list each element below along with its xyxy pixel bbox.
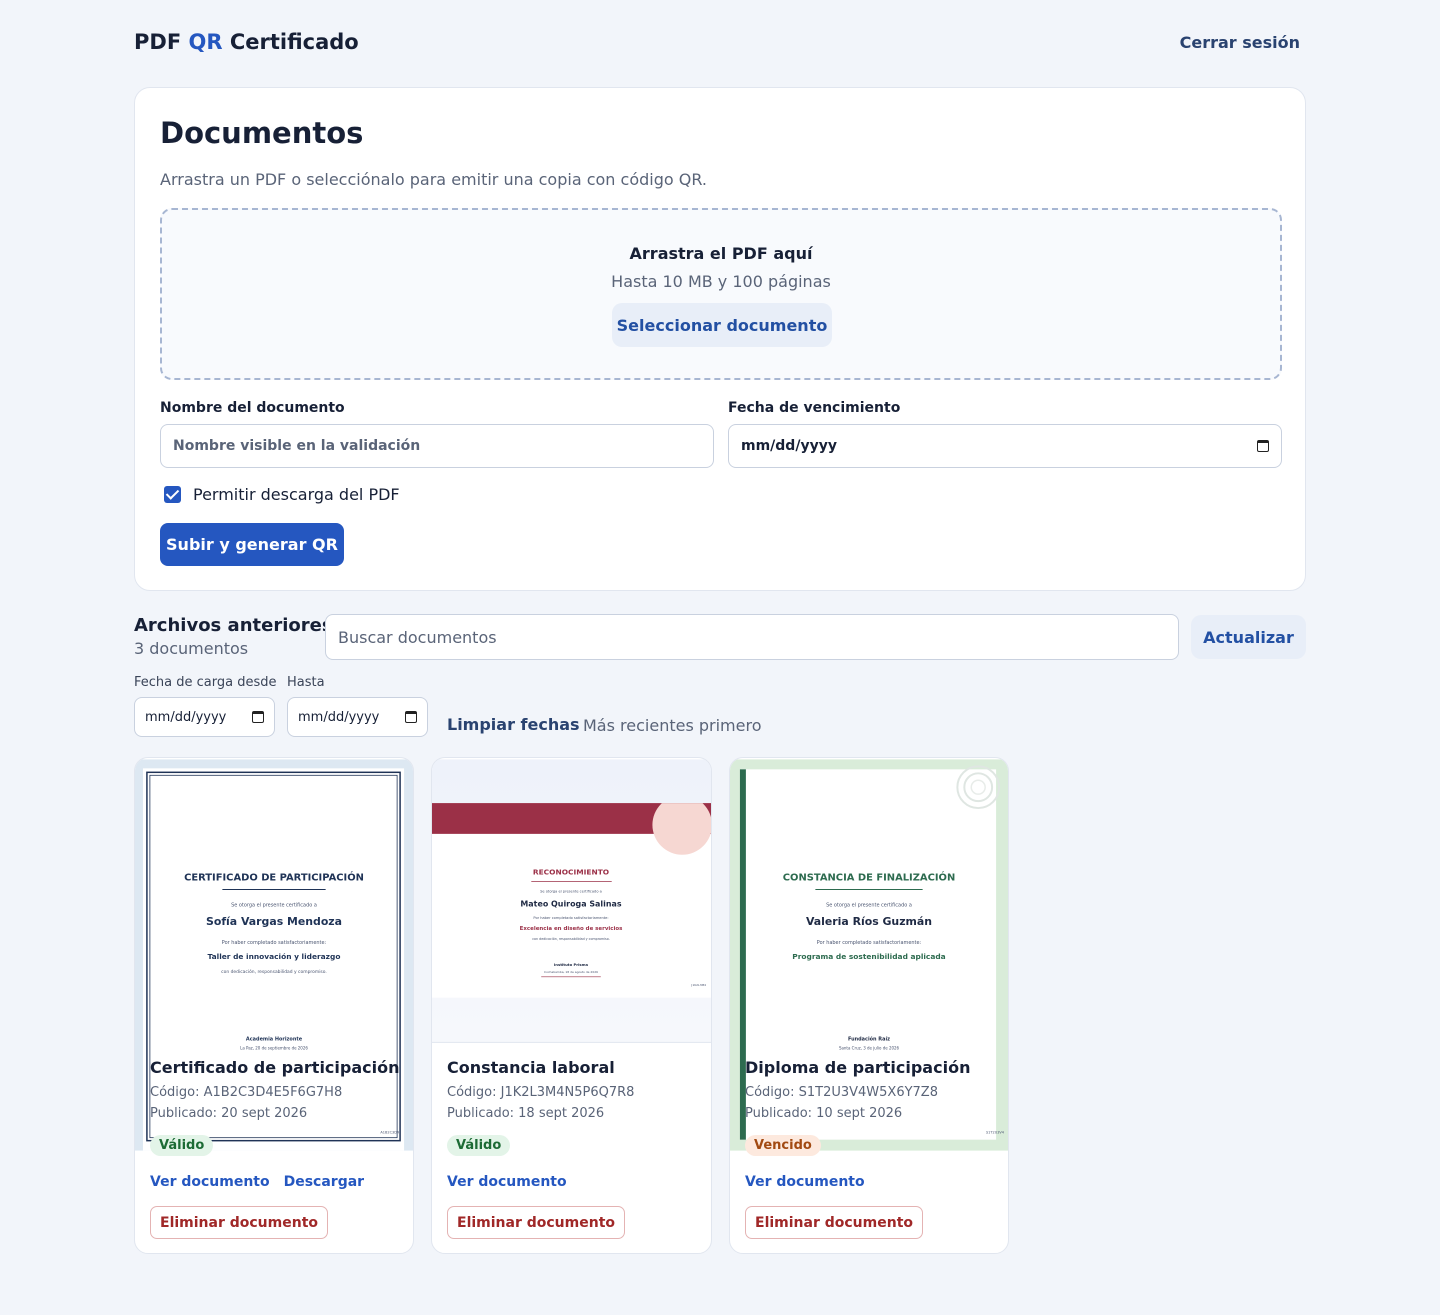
top-bar: PDF QR Certificado Cerrar sesión [134, 30, 1300, 58]
preview-heading: RECONOCIMIENTO [533, 868, 609, 877]
expiry-date-value: mm/dd/yyyy [741, 438, 837, 454]
view-document-link[interactable]: Ver documento [447, 1174, 567, 1190]
document-title: Certificado de participación [150, 1058, 400, 1077]
document-actions: Ver documento [745, 1174, 865, 1190]
page-subtitle: Arrastra un PDF o selecciónalo para emit… [160, 170, 707, 189]
page-title: Documentos [160, 116, 364, 150]
document-info: Certificado de participación Código: A1B… [150, 1058, 403, 1121]
allow-download-label[interactable]: Permitir descarga del PDF [193, 485, 400, 504]
document-published: Publicado: 20 sept 2026 [150, 1106, 308, 1121]
upload-from-date-input[interactable]: mm/dd/yyyy [134, 697, 275, 737]
document-card: RECONOCIMIENTO Se otorga el presente cer… [431, 757, 712, 1254]
document-info: Constancia laboral Código: J1K2L3M4N5P6Q… [447, 1058, 701, 1121]
document-title: Constancia laboral [447, 1058, 615, 1077]
delete-document-button[interactable]: Eliminar documento [150, 1206, 329, 1239]
upload-generate-qr-button[interactable]: Subir y generar QR [160, 523, 344, 566]
calendar-icon[interactable] [252, 711, 264, 723]
dropzone-title: Arrastra el PDF aquí [629, 244, 813, 263]
status-badge: Válido [447, 1135, 511, 1156]
document-actions: Ver documento [447, 1174, 567, 1190]
view-document-link[interactable]: Ver documento [745, 1174, 865, 1190]
preview-course: Programa de sostenibilidad aplicada [792, 952, 945, 961]
pdf-dropzone[interactable]: Arrastra el PDF aquí Hasta 10 MB y 100 p… [160, 208, 1282, 380]
document-actions: Ver documento Descargar [150, 1174, 364, 1190]
allow-download-checkbox[interactable] [164, 486, 181, 503]
preview-granted: Se otorga el presente certificado a [540, 889, 602, 893]
preview-issuer: Instituto Prisma [554, 963, 589, 967]
expiry-date-input[interactable]: mm/dd/yyyy [728, 424, 1282, 468]
document-info: Diploma de participación Código: S1T2U3V… [745, 1058, 998, 1121]
preview-recipient: Valeria Ríos Guzmán [806, 915, 932, 928]
preview-course: Excelencia en diseño de servicios [520, 926, 623, 932]
calendar-icon[interactable] [1257, 440, 1269, 452]
preview-place-date: Santa Cruz, 3 de julio de 2026 [839, 1045, 900, 1050]
document-code: Código: A1B2C3D4E5F6G7H8 [150, 1085, 343, 1100]
preview-granted: Se otorga el presente certificado a [231, 902, 317, 908]
preview-place-date: La Paz, 20 de septiembre de 2026 [240, 1045, 308, 1050]
preview-code-mark: J1K2L3M4 [690, 983, 706, 987]
view-document-link[interactable]: Ver documento [150, 1174, 270, 1190]
preview-issuer: Fundación Raíz [848, 1035, 890, 1042]
preview-place-date: Cochabamba, 18 de agosto de 2026 [544, 970, 598, 974]
document-code: Código: S1T2U3V4W5X6Y7Z8 [745, 1085, 938, 1100]
upload-panel: Documentos Arrastra un PDF o selecciónal… [134, 87, 1306, 591]
preview-heading: CONSTANCIA DE FINALIZACIÓN [783, 871, 956, 884]
archive-count: 3 documentos [134, 639, 249, 658]
logout-link[interactable]: Cerrar sesión [1180, 33, 1300, 52]
upload-to-date-input[interactable]: mm/dd/yyyy [287, 697, 428, 737]
upload-from-label: Fecha de carga desde [134, 675, 277, 690]
document-code: Código: J1K2L3M4N5P6Q7R8 [447, 1085, 635, 1100]
preview-reason: Por haber completado satisfactoriamente: [222, 940, 327, 946]
document-published: Publicado: 18 sept 2026 [447, 1106, 605, 1121]
dropzone-hint: Hasta 10 MB y 100 páginas [611, 272, 831, 291]
refresh-button[interactable]: Actualizar [1191, 615, 1306, 659]
document-title: Diploma de participación [745, 1058, 971, 1077]
upload-from-value: mm/dd/yyyy [145, 709, 227, 725]
clear-dates-link[interactable]: Limpiar fechas [447, 715, 580, 734]
document-name-label: Nombre del documento [160, 400, 345, 416]
preview-code-mark: S1T2U3V4 [986, 1131, 1005, 1135]
status-badge: Válido [150, 1135, 214, 1156]
expiry-date-label: Fecha de vencimiento [728, 400, 901, 416]
status-badge: Vencido [745, 1135, 821, 1156]
delete-document-button[interactable]: Eliminar documento [447, 1206, 626, 1239]
allow-download-row: Permitir descarga del PDF [164, 485, 400, 504]
upload-to-label: Hasta [287, 675, 325, 690]
preview-code-mark: A1B2C3D4 [380, 1131, 399, 1135]
calendar-icon[interactable] [405, 711, 417, 723]
delete-document-button[interactable]: Eliminar documento [745, 1206, 924, 1239]
document-published: Publicado: 10 sept 2026 [745, 1106, 903, 1121]
archive-title: Archivos anteriores [134, 615, 333, 636]
brand-prefix: PDF [134, 30, 182, 54]
preview-note: con dedicación, responsabilidad y compro… [532, 937, 609, 941]
preview-granted: Se otorga el presente certificado a [826, 902, 912, 908]
brand-logo: PDF QR Certificado [134, 30, 359, 54]
preview-recipient: Sofía Vargas Mendoza [206, 915, 342, 928]
preview-note: con dedicación, responsabilidad y compro… [221, 968, 327, 975]
preview-reason: Por haber completado satisfactoriamente: [533, 916, 608, 920]
preview-issuer: Academia Horizonte [246, 1036, 303, 1042]
download-link[interactable]: Descargar [284, 1174, 364, 1190]
preview-course: Taller de innovación y liderazgo [208, 952, 341, 961]
document-name-input[interactable] [160, 424, 714, 468]
brand-suffix: Certificado [229, 30, 359, 54]
search-input[interactable] [325, 614, 1179, 660]
preview-heading: CERTIFICADO DE PARTICIPACIÓN [184, 871, 364, 884]
document-card: CONSTANCIA DE FINALIZACIÓN Se otorga el … [729, 757, 1009, 1254]
document-card: CERTIFICADO DE PARTICIPACIÓN Se otorga e… [134, 757, 414, 1254]
upload-to-value: mm/dd/yyyy [298, 709, 380, 725]
sort-order[interactable]: Más recientes primero [583, 716, 762, 735]
select-document-button[interactable]: Seleccionar documento [612, 303, 832, 347]
preview-reason: Por haber completado satisfactoriamente: [817, 940, 922, 946]
brand-qr: QR [188, 30, 223, 54]
preview-recipient: Mateo Quiroga Salinas [520, 899, 621, 908]
